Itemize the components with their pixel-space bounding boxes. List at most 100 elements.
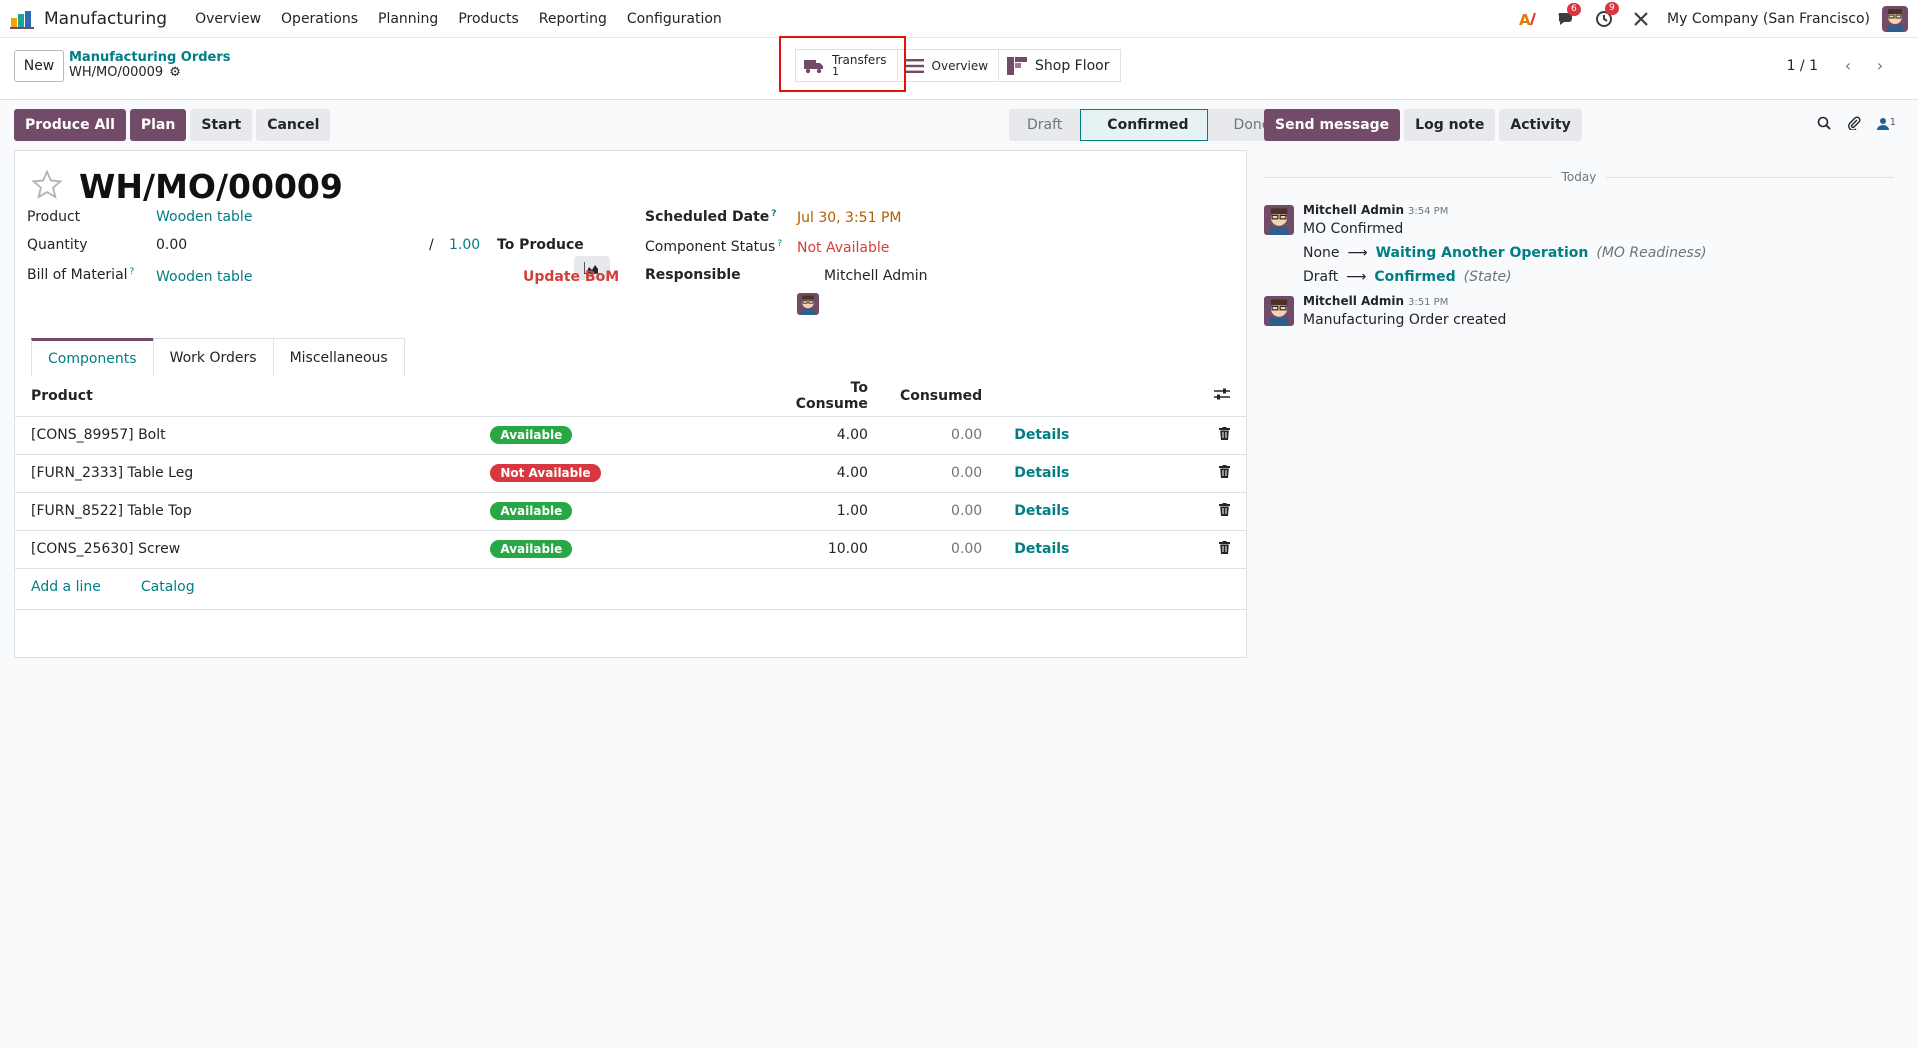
ai-icon[interactable]: A [1519,11,1537,27]
row-consumed[interactable]: 0.00 [883,492,999,531]
activities-badge: 9 [1605,2,1619,15]
search-icon[interactable] [1817,116,1831,130]
table-row[interactable]: [FURN_2333] Table Leg Not Available 4.00… [15,454,1246,493]
stage-confirmed[interactable]: Confirmed [1080,109,1208,141]
shop-floor-icon [1007,56,1028,75]
overview-smart-button[interactable]: Overview [896,49,1000,82]
quantity-total[interactable]: 1.00 [449,237,480,253]
breadcrumb-current: WH/MO/00009 ⚙ [69,65,231,80]
new-button[interactable]: New [14,50,64,82]
stage-draft[interactable]: Draft [1009,109,1081,141]
form-sheet: WH/MO/00009 Product Wooden table Quantit… [14,150,1247,658]
menu-overview[interactable]: Overview [185,11,271,27]
transfers-count: 1 [832,64,839,78]
menu-reporting[interactable]: Reporting [529,11,617,27]
row-to-consume[interactable]: 4.00 [763,454,884,493]
log-note-button[interactable]: Log note [1404,109,1496,141]
cancel-button[interactable]: Cancel [256,109,331,141]
details-button[interactable]: Details [1014,541,1069,557]
details-button[interactable]: Details [1014,465,1069,481]
produce-all-button[interactable]: Produce All [14,109,126,141]
row-consumed[interactable]: 0.00 [883,416,999,455]
menu-planning[interactable]: Planning [368,11,448,27]
send-message-button[interactable]: Send message [1264,109,1401,141]
activities-icon[interactable]: 9 [1595,2,1619,28]
plan-button[interactable]: Plan [129,109,187,141]
row-to-consume[interactable]: 1.00 [763,492,884,531]
star-icon[interactable] [31,169,63,201]
pager-previous-icon[interactable]: ‹ [1832,56,1864,75]
trash-icon[interactable] [1219,426,1230,444]
row-product[interactable]: [CONS_25630] Screw [15,530,475,569]
messages-icon[interactable]: 6 [1557,3,1581,27]
row-to-consume[interactable]: 10.00 [763,530,884,569]
tab-components[interactable]: Components [31,338,154,376]
quantity-input[interactable]: 0.00 [156,237,187,253]
pager-value[interactable]: 1 / 1 [1787,58,1818,74]
breadcrumb-manufacturing-orders[interactable]: Manufacturing Orders [69,50,231,65]
debug-tools-icon[interactable] [1633,11,1649,27]
user-avatar[interactable] [1882,6,1908,32]
details-button[interactable]: Details [1014,503,1069,519]
followers-icon[interactable]: 1 [1876,117,1896,130]
tab-miscellaneous[interactable]: Miscellaneous [272,338,405,376]
transfers-label: Transfers [832,52,887,67]
tab-work-orders[interactable]: Work Orders [152,338,274,376]
row-product[interactable]: [CONS_89957] Bolt [15,416,475,455]
message-time: 3:54 PM [1408,206,1449,217]
row-product[interactable]: [FURN_2333] Table Leg [15,454,475,493]
add-a-line-link[interactable]: Add a line [31,579,101,595]
component-status-label: Component Status? [645,239,782,255]
paperclip-icon[interactable] [1847,116,1861,130]
components-table: Product To Consume Consumed [CONS_89957]… [15,376,1246,569]
table-row[interactable]: [CONS_25630] Screw Available 10.00 0.00 … [15,530,1246,569]
row-consumed[interactable]: 0.00 [883,454,999,493]
row-product[interactable]: [FURN_8522] Table Top [15,492,475,531]
component-status-label-text: Component Status [645,239,776,255]
gear-icon[interactable]: ⚙ [169,65,181,80]
message-avatar[interactable] [1264,296,1294,326]
main-menu: Overview Operations Planning Products Re… [185,11,732,27]
start-button[interactable]: Start [190,109,253,141]
activity-button[interactable]: Activity [1499,109,1582,141]
scheduled-date-help-mark[interactable]: ? [771,209,776,219]
bom-value[interactable]: Wooden table [156,269,252,285]
message-time: 3:51 PM [1408,297,1449,308]
row-consumed[interactable]: 0.00 [883,530,999,569]
component-status-help-mark[interactable]: ? [777,239,782,249]
transfers-smart-button[interactable]: Transfers 1 [795,49,898,82]
menu-products[interactable]: Products [448,11,528,27]
tracking-line: Draft ⟶ Confirmed (State) [1303,269,1863,285]
table-row[interactable]: [CONS_89957] Bolt Available 4.00 0.00 De… [15,416,1246,455]
app-switcher[interactable]: Manufacturing [10,9,185,29]
product-value[interactable]: Wooden table [156,209,252,225]
row-to-consume[interactable]: 4.00 [763,416,884,455]
responsible-value[interactable]: Mitchell Admin [824,268,928,284]
message-author[interactable]: Mitchell Admin [1303,203,1404,217]
col-product[interactable]: Product [15,376,475,417]
pager: 1 / 1 ‹ › [1787,56,1896,75]
catalog-link[interactable]: Catalog [141,579,195,595]
col-to-consume[interactable]: To Consume [763,376,884,417]
message-author[interactable]: Mitchell Admin [1303,294,1404,308]
tracking-field: (State) [1463,269,1512,285]
menu-configuration[interactable]: Configuration [617,11,732,27]
trash-icon[interactable] [1219,464,1230,482]
table-row[interactable]: [FURN_8522] Table Top Available 1.00 0.0… [15,492,1246,531]
col-consumed[interactable]: Consumed [883,376,999,417]
trash-icon[interactable] [1219,540,1230,558]
update-bom-button[interactable]: Update BoM [523,269,619,285]
bom-help-mark[interactable]: ? [130,267,135,277]
top-navbar: Manufacturing Overview Operations Planni… [0,0,1918,38]
details-button[interactable]: Details [1014,427,1069,443]
trash-icon[interactable] [1219,502,1230,520]
table-footer-actions: Add a line Catalog [31,579,235,595]
scheduled-date-value[interactable]: Jul 30, 3:51 PM [797,210,901,226]
control-panel: New Manufacturing Orders WH/MO/00009 ⚙ T… [0,38,1918,100]
pager-next-icon[interactable]: › [1864,56,1896,75]
shop-floor-smart-button[interactable]: Shop Floor [998,49,1121,82]
menu-operations[interactable]: Operations [271,11,368,27]
message-avatar[interactable] [1264,205,1294,235]
company-switcher[interactable]: My Company (San Francisco) [1667,11,1870,27]
optional-columns-icon[interactable] [1198,376,1246,417]
